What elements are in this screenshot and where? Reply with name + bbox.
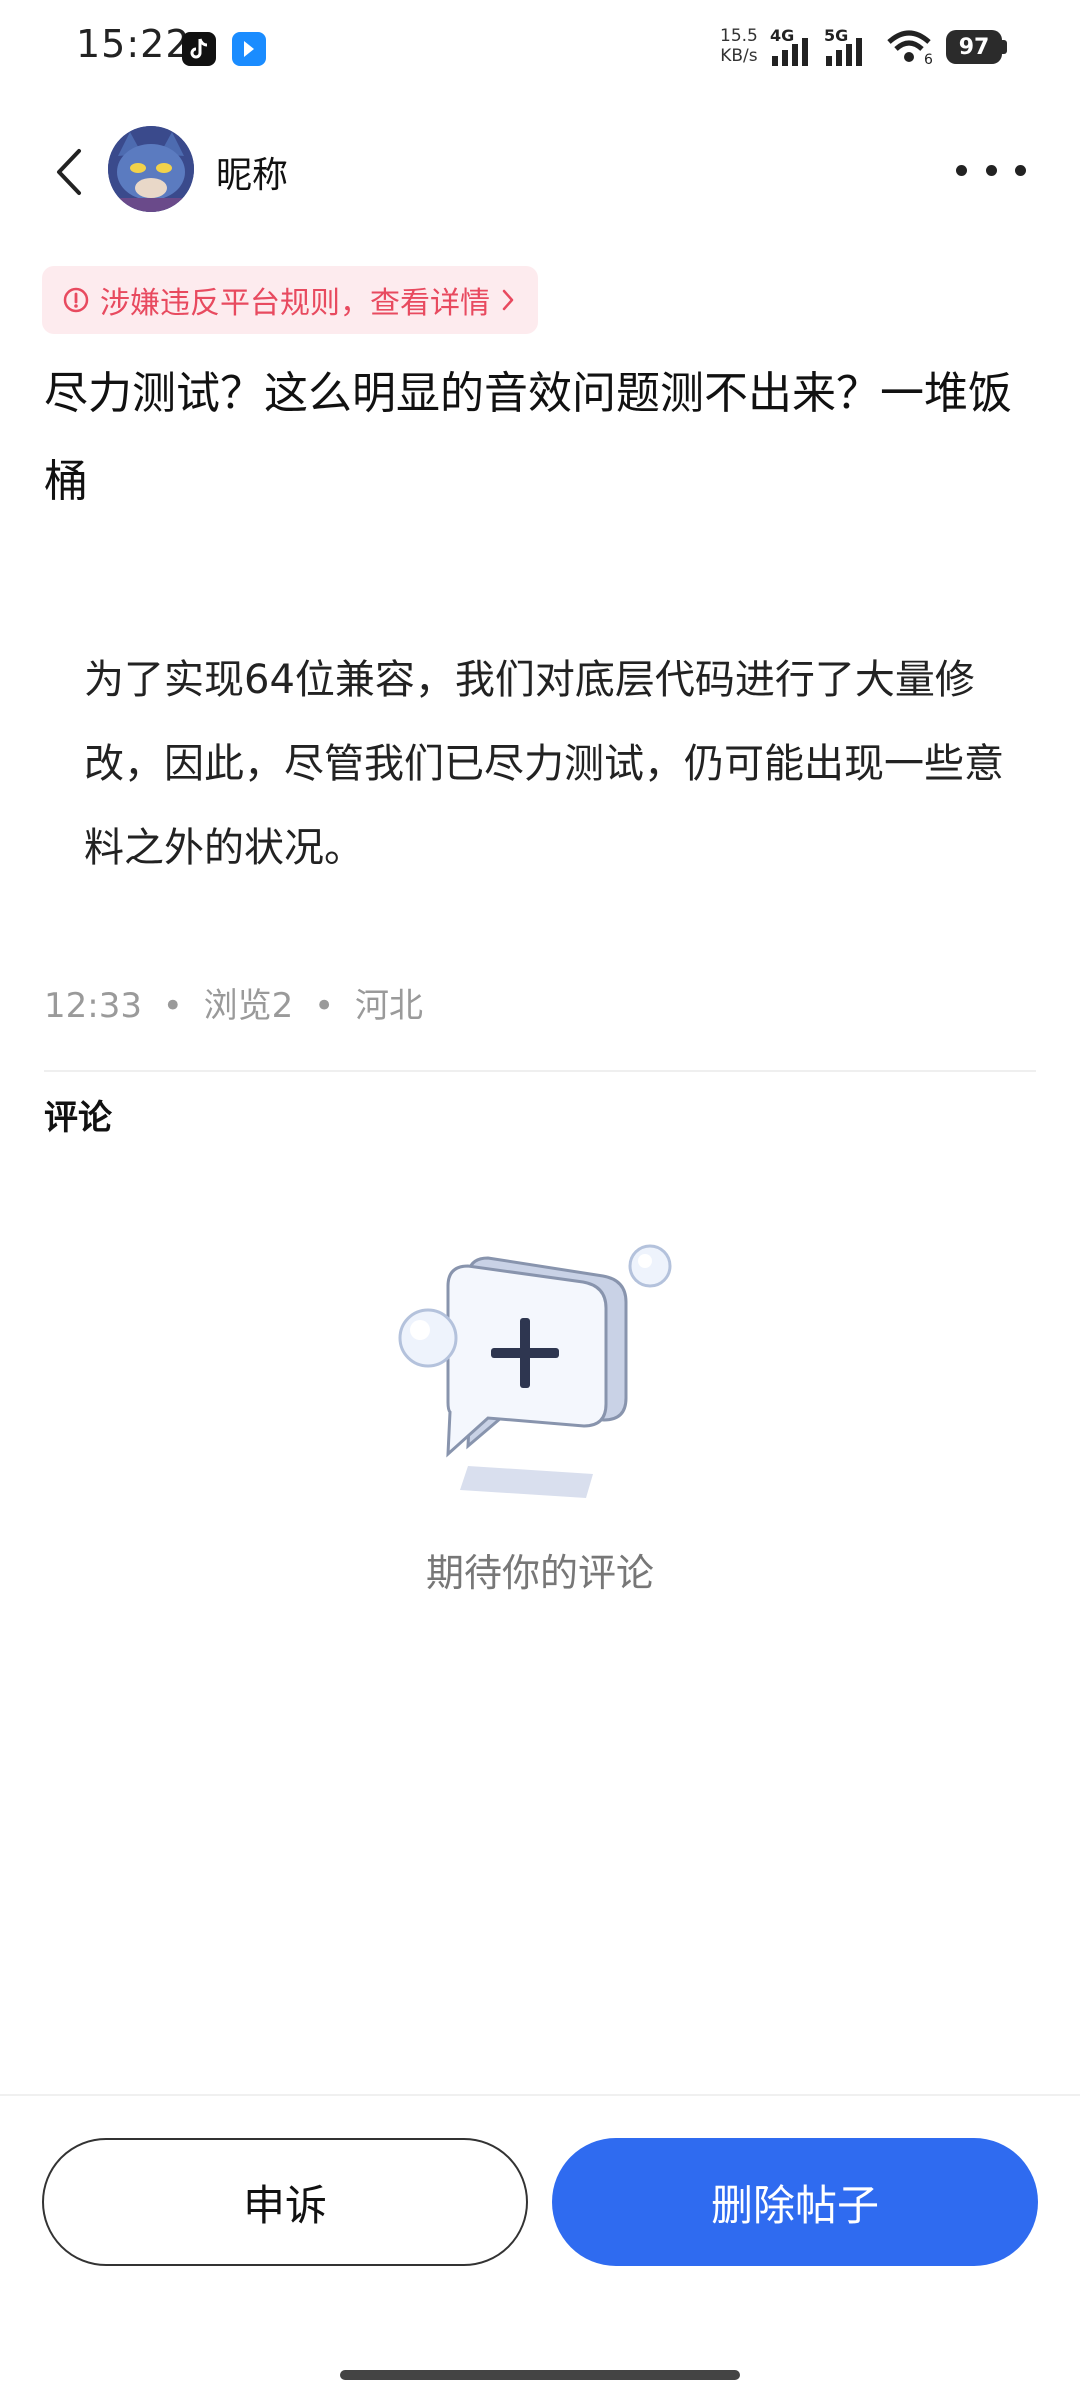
empty-comments-illustration	[388, 1236, 688, 1526]
warning-icon	[63, 287, 89, 313]
more-dot-icon	[956, 164, 967, 176]
wifi-icon: 6	[886, 30, 936, 70]
post-title: 尽力测试？这么明显的音效问题测不出来？一堆饭桶	[44, 368, 1012, 507]
delete-post-button[interactable]: 删除帖子	[552, 2138, 1038, 2266]
post-meta: 12:33 • 浏览2 • 河北	[44, 978, 423, 1027]
bottom-divider	[0, 2094, 1080, 2096]
more-options-button[interactable]	[956, 150, 1026, 190]
meta-separator: •	[314, 986, 335, 1026]
back-arrow-icon	[57, 149, 81, 195]
appeal-button[interactable]: 申诉	[42, 2138, 528, 2266]
signal-4g-icon: 4G	[770, 26, 808, 66]
battery-indicator: 97	[946, 30, 1002, 64]
more-dot-icon	[985, 164, 997, 176]
divider	[44, 1070, 1036, 1072]
chevron-right-icon	[502, 289, 514, 311]
status-time: 15:22	[76, 22, 191, 66]
notification-app-icon	[232, 32, 266, 66]
violation-text: 涉嫌违反平台规则，查看详情	[100, 286, 490, 321]
network-speed: 15.5 KB/s	[720, 26, 758, 66]
empty-comments-text: 期待你的评论	[425, 1551, 654, 1595]
back-button[interactable]	[40, 140, 96, 204]
avatar[interactable]	[108, 126, 194, 212]
meta-separator: •	[162, 986, 183, 1026]
post-body: 为了实现64位兼容，我们对底层代码进行了大量修改，因此，尽管我们已尽力测试，仍可…	[84, 657, 1004, 871]
post-time: 12:33	[44, 986, 142, 1026]
post-views: 浏览2	[203, 986, 294, 1026]
battery-tip	[1002, 40, 1007, 54]
signal-5g-icon: 5G	[824, 26, 862, 66]
violation-notice[interactable]: 涉嫌违反平台规则，查看详情	[42, 266, 538, 334]
post-location: 河北	[355, 986, 423, 1026]
comments-heading: 评论	[44, 1098, 112, 1138]
more-dot-icon	[1015, 164, 1026, 176]
home-indicator[interactable]	[340, 2370, 740, 2380]
nickname[interactable]: 昵称	[216, 146, 288, 198]
tiktok-icon	[182, 32, 216, 66]
